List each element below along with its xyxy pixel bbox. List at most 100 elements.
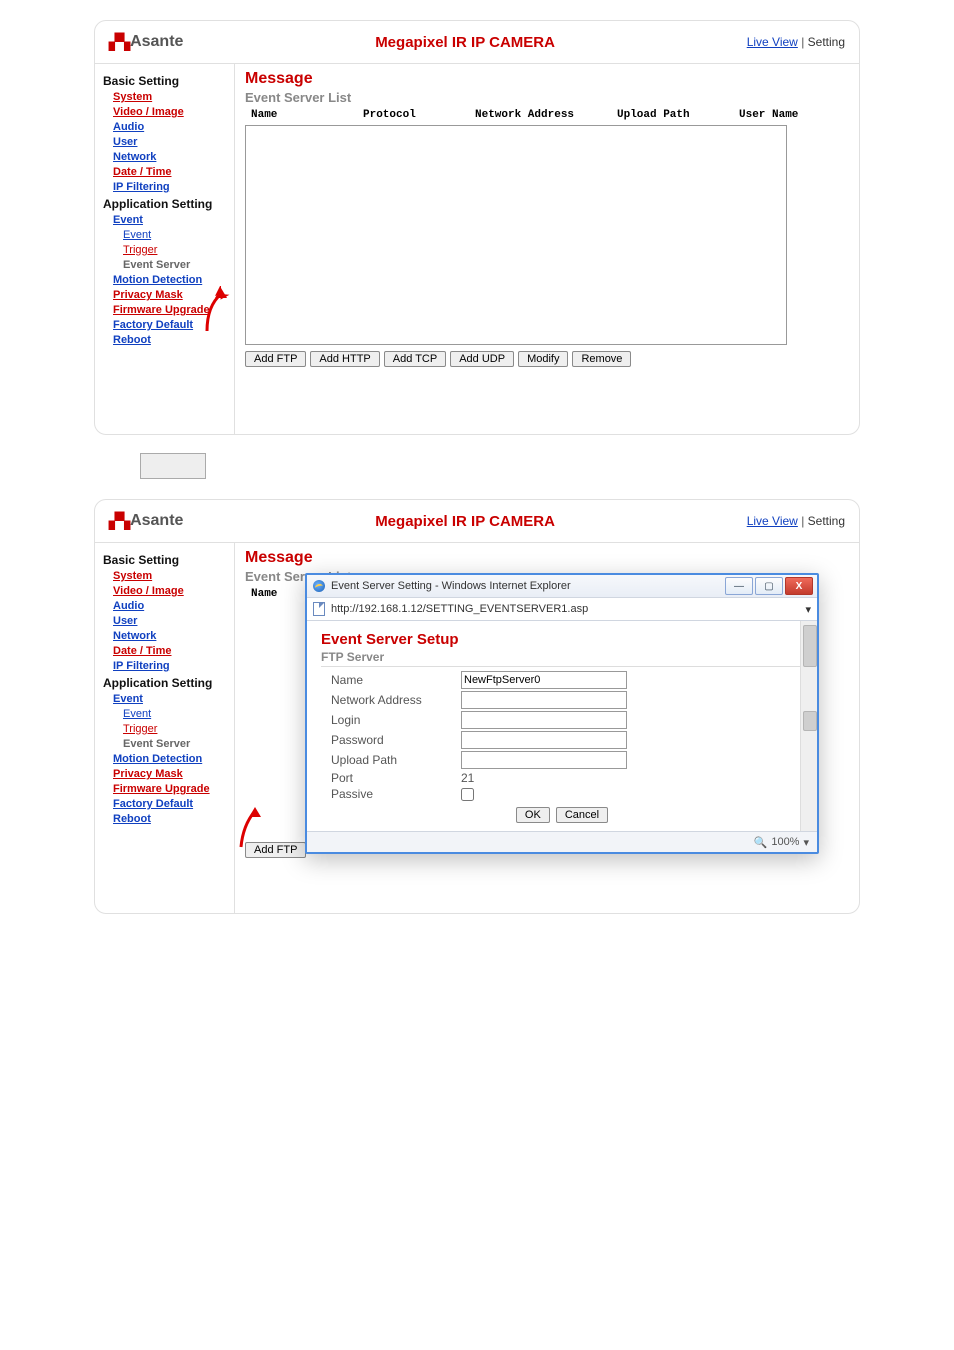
input-name[interactable]	[461, 671, 627, 689]
nav-user[interactable]: User	[113, 136, 228, 148]
nav-privacy-mask[interactable]: Privacy Mask	[113, 768, 228, 780]
nav-ip-filtering[interactable]: IP Filtering	[113, 660, 228, 672]
setting-link[interactable]: Setting	[808, 514, 845, 528]
col-upload-path: Upload Path	[611, 107, 733, 123]
event-server-table: Name Protocol Network Address Upload Pat…	[245, 107, 849, 123]
setup-title: Event Server Setup	[321, 631, 803, 648]
popup-titlebar[interactable]: Event Server Setting - Windows Internet …	[307, 575, 817, 598]
message-title: Message	[245, 70, 849, 88]
nav-network[interactable]: Network	[113, 151, 228, 163]
maximize-button[interactable]: ▢	[755, 577, 783, 595]
nav-trigger[interactable]: Trigger	[123, 244, 228, 256]
popup-client: Event Server Setup FTP Server Name Netwo…	[307, 621, 817, 831]
nav-user[interactable]: User	[113, 615, 228, 627]
live-view-link[interactable]: Live View	[747, 35, 798, 49]
label-network-address: Network Address	[321, 693, 461, 707]
scroll-thumb[interactable]	[803, 711, 817, 731]
setup-section: FTP Server	[321, 650, 803, 667]
nav-reboot[interactable]: Reboot	[113, 334, 228, 346]
modify-button[interactable]: Modify	[518, 351, 568, 367]
setting-link[interactable]: Setting	[808, 35, 845, 49]
window-controls: — ▢ X	[725, 577, 813, 595]
event-server-setup-popup: Event Server Setting - Windows Internet …	[305, 573, 819, 854]
zoom-dropdown-icon[interactable]: ▾	[803, 836, 809, 849]
nav-audio[interactable]: Audio	[113, 121, 228, 133]
checkbox-passive[interactable]	[461, 788, 474, 801]
popup-urlbar: http://192.168.1.12/SETTING_EVENTSERVER1…	[307, 598, 817, 621]
col-name: Name	[245, 107, 357, 123]
nav-event[interactable]: Event	[113, 214, 228, 226]
brand-logo: ▞▚ Asante	[109, 512, 183, 530]
nav-reboot[interactable]: Reboot	[113, 813, 228, 825]
ok-button[interactable]: OK	[516, 807, 550, 823]
nav-factory-default[interactable]: Factory Default	[113, 798, 228, 810]
scroll-thumb[interactable]	[803, 625, 817, 667]
nav-video-image[interactable]: Video / Image	[113, 106, 228, 118]
add-tcp-button[interactable]: Add TCP	[384, 351, 446, 367]
nav-event[interactable]: Event	[113, 693, 228, 705]
nav-video-image[interactable]: Video / Image	[113, 585, 228, 597]
add-udp-button[interactable]: Add UDP	[450, 351, 514, 367]
add-ftp-button[interactable]: Add FTP	[245, 842, 306, 858]
nav-firmware-upgrade[interactable]: Firmware Upgrade	[113, 783, 228, 795]
close-button[interactable]: X	[785, 577, 813, 595]
product-title: Megapixel IR IP CAMERA	[183, 513, 746, 530]
popup-window-title: Event Server Setting - Windows Internet …	[331, 580, 725, 592]
popup-scrollbar[interactable]	[800, 621, 817, 831]
content-area: Message Event Server List Name Protocol …	[235, 64, 859, 434]
value-port: 21	[461, 771, 474, 785]
nav-event-sub[interactable]: Event	[123, 229, 228, 241]
input-login[interactable]	[461, 711, 627, 729]
label-name: Name	[321, 673, 461, 687]
nav-system[interactable]: System	[113, 570, 228, 582]
label-upload-path: Upload Path	[321, 753, 461, 767]
sidebar: Basic Setting System Video / Image Audio…	[95, 543, 235, 913]
url-dropdown-icon[interactable]: ▾	[805, 603, 811, 616]
label-login: Login	[321, 713, 461, 727]
input-upload-path[interactable]	[461, 751, 627, 769]
add-http-button[interactable]: Add HTTP	[310, 351, 379, 367]
nav-factory-default[interactable]: Factory Default	[113, 319, 228, 331]
nav-application-setting: Application Setting	[103, 676, 228, 690]
button-row: Add FTP Add HTTP Add TCP Add UDP Modify …	[245, 351, 849, 367]
nav-audio[interactable]: Audio	[113, 600, 228, 612]
cancel-button[interactable]: Cancel	[556, 807, 608, 823]
nav-date-time[interactable]: Date / Time	[113, 645, 228, 657]
nav-date-time[interactable]: Date / Time	[113, 166, 228, 178]
section-title: Event Server List	[245, 90, 849, 105]
popup-statusbar: 🔍 100% ▾	[307, 831, 817, 852]
page-icon	[313, 602, 325, 616]
panel-header: ▞▚ Asante Megapixel IR IP CAMERA Live Vi…	[95, 500, 859, 543]
col-network-address: Network Address	[469, 107, 611, 123]
input-network-address[interactable]	[461, 691, 627, 709]
nav-basic-setting: Basic Setting	[103, 74, 228, 88]
add-ftp-button[interactable]: Add FTP	[245, 351, 306, 367]
remove-button[interactable]: Remove	[572, 351, 631, 367]
live-view-link[interactable]: Live View	[747, 514, 798, 528]
nav-trigger[interactable]: Trigger	[123, 723, 228, 735]
product-title: Megapixel IR IP CAMERA	[183, 34, 746, 51]
nav-application-setting: Application Setting	[103, 197, 228, 211]
label-passive: Passive	[321, 787, 461, 801]
nav-network[interactable]: Network	[113, 630, 228, 642]
nav-system[interactable]: System	[113, 91, 228, 103]
zoom-icon[interactable]: 🔍	[754, 836, 768, 849]
settings-panel-2: ▞▚ Asante Megapixel IR IP CAMERA Live Vi…	[94, 499, 860, 914]
minimize-button[interactable]: —	[725, 577, 753, 595]
unlabeled-gray-box	[140, 453, 206, 479]
brand-logo: ▞▚ Asante	[109, 33, 183, 51]
brand-name: Asante	[130, 33, 183, 51]
nav-firmware-upgrade[interactable]: Firmware Upgrade	[113, 304, 228, 316]
col-user-name: User Name	[733, 107, 849, 123]
input-password[interactable]	[461, 731, 627, 749]
label-port: Port	[321, 771, 461, 785]
nav-event-sub[interactable]: Event	[123, 708, 228, 720]
nav-ip-filtering[interactable]: IP Filtering	[113, 181, 228, 193]
event-server-listbox[interactable]	[245, 125, 787, 345]
nav-motion-detection[interactable]: Motion Detection	[113, 753, 228, 765]
nav-privacy-mask[interactable]: Privacy Mask	[113, 289, 228, 301]
popup-buttons: OK Cancel	[321, 807, 803, 823]
col-protocol: Protocol	[357, 107, 469, 123]
zoom-value: 100%	[771, 836, 799, 848]
nav-motion-detection[interactable]: Motion Detection	[113, 274, 228, 286]
